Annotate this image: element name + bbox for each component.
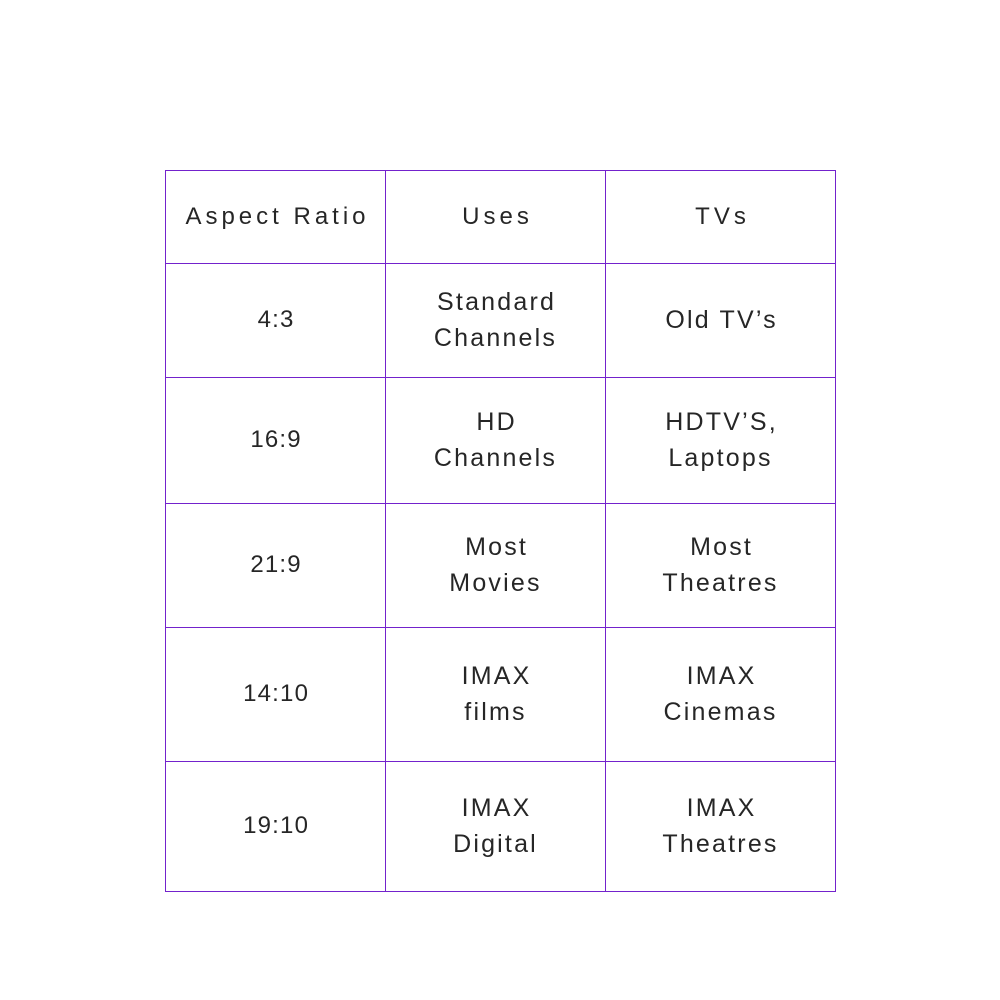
cell-aspect-ratio-value: 16:9 bbox=[250, 426, 302, 454]
cell-uses-value: IMAX films bbox=[461, 662, 532, 726]
cell-tvs-value: IMAX Cinemas bbox=[663, 662, 778, 726]
table-row: 14:10 IMAX films IMAX Cinemas bbox=[165, 627, 836, 762]
cell-uses: IMAX Digital bbox=[385, 761, 606, 892]
cell-tvs-value: Most Theatres bbox=[662, 533, 779, 597]
cell-aspect-ratio: 19:10 bbox=[165, 761, 386, 892]
cell-uses: Most Movies bbox=[385, 503, 606, 628]
column-header-tvs-label: TVs bbox=[695, 203, 750, 231]
aspect-ratio-table: Aspect Ratio Uses TVs 4:3 Standard Chann… bbox=[165, 170, 836, 892]
table-header-row: Aspect Ratio Uses TVs bbox=[165, 170, 836, 264]
cell-uses-value: Most Movies bbox=[449, 533, 542, 597]
cell-aspect-ratio-value: 21:9 bbox=[250, 551, 302, 579]
cell-tvs-value: IMAX Theatres bbox=[662, 794, 779, 858]
cell-aspect-ratio: 16:9 bbox=[165, 377, 386, 504]
cell-uses-value: IMAX Digital bbox=[453, 794, 538, 858]
cell-tvs: HDTV’S, Laptops bbox=[605, 377, 836, 504]
cell-aspect-ratio: 14:10 bbox=[165, 627, 386, 762]
table-row: 21:9 Most Movies Most Theatres bbox=[165, 503, 836, 628]
cell-uses: HD Channels bbox=[385, 377, 606, 504]
column-header-uses: Uses bbox=[385, 170, 606, 264]
column-header-uses-label: Uses bbox=[462, 203, 533, 231]
cell-aspect-ratio: 4:3 bbox=[165, 263, 386, 378]
cell-aspect-ratio: 21:9 bbox=[165, 503, 386, 628]
cell-uses-value: HD Channels bbox=[433, 408, 558, 472]
cell-tvs: IMAX Cinemas bbox=[605, 627, 836, 762]
cell-uses-value: Standard Channels bbox=[433, 288, 558, 352]
cell-tvs: Old TV’s bbox=[605, 263, 836, 378]
column-header-aspect-ratio-label: Aspect Ratio bbox=[185, 203, 370, 231]
column-header-tvs: TVs bbox=[605, 170, 836, 264]
cell-uses: IMAX films bbox=[385, 627, 606, 762]
cell-tvs: IMAX Theatres bbox=[605, 761, 836, 892]
column-header-aspect-ratio: Aspect Ratio bbox=[165, 170, 386, 264]
cell-uses: Standard Channels bbox=[385, 263, 606, 378]
cell-aspect-ratio-value: 4:3 bbox=[257, 306, 295, 334]
cell-tvs: Most Theatres bbox=[605, 503, 836, 628]
cell-tvs-value: HDTV’S, Laptops bbox=[665, 408, 778, 472]
table-row: 19:10 IMAX Digital IMAX Theatres bbox=[165, 761, 836, 892]
table-row: 4:3 Standard Channels Old TV’s bbox=[165, 263, 836, 378]
table-row: 16:9 HD Channels HDTV’S, Laptops bbox=[165, 377, 836, 504]
cell-aspect-ratio-value: 14:10 bbox=[243, 680, 310, 708]
cell-aspect-ratio-value: 19:10 bbox=[243, 812, 310, 840]
cell-tvs-value: Old TV’s bbox=[665, 305, 778, 334]
